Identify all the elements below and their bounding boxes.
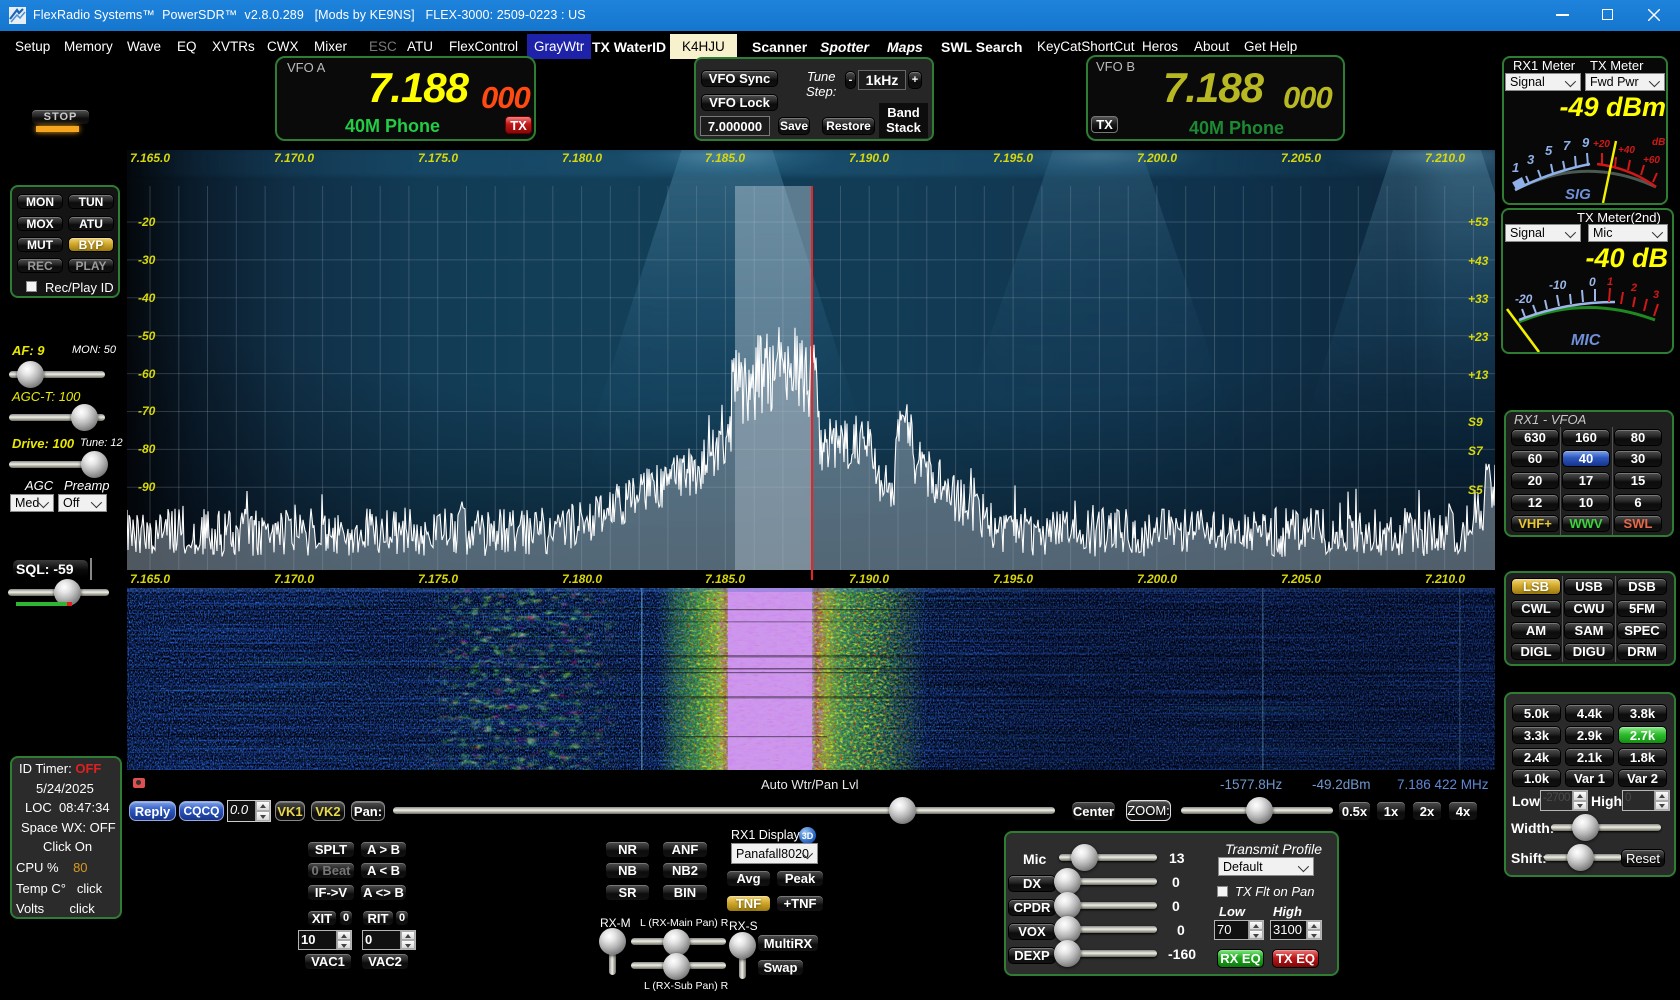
svg-text:0: 0 — [1589, 276, 1596, 289]
svg-text:3: 3 — [1527, 152, 1535, 167]
svg-text:2: 2 — [1630, 282, 1637, 294]
svg-text:5: 5 — [1545, 143, 1553, 158]
svg-text:-20: -20 — [1515, 292, 1533, 306]
svg-text:7: 7 — [1563, 138, 1571, 153]
svg-text:1: 1 — [1512, 160, 1519, 175]
svg-text:-10: -10 — [1549, 278, 1567, 292]
svg-text:+40: +40 — [1618, 145, 1635, 156]
svg-text:SIG: SIG — [1565, 186, 1591, 203]
svg-text:9: 9 — [1582, 135, 1590, 150]
svg-text:1: 1 — [1607, 276, 1613, 288]
svg-text:+60: +60 — [1643, 155, 1660, 166]
svg-text:+20: +20 — [1593, 139, 1610, 150]
svg-text:3: 3 — [1653, 289, 1659, 301]
svg-text:dB: dB — [1652, 137, 1665, 148]
svg-text:MIC: MIC — [1571, 332, 1601, 349]
